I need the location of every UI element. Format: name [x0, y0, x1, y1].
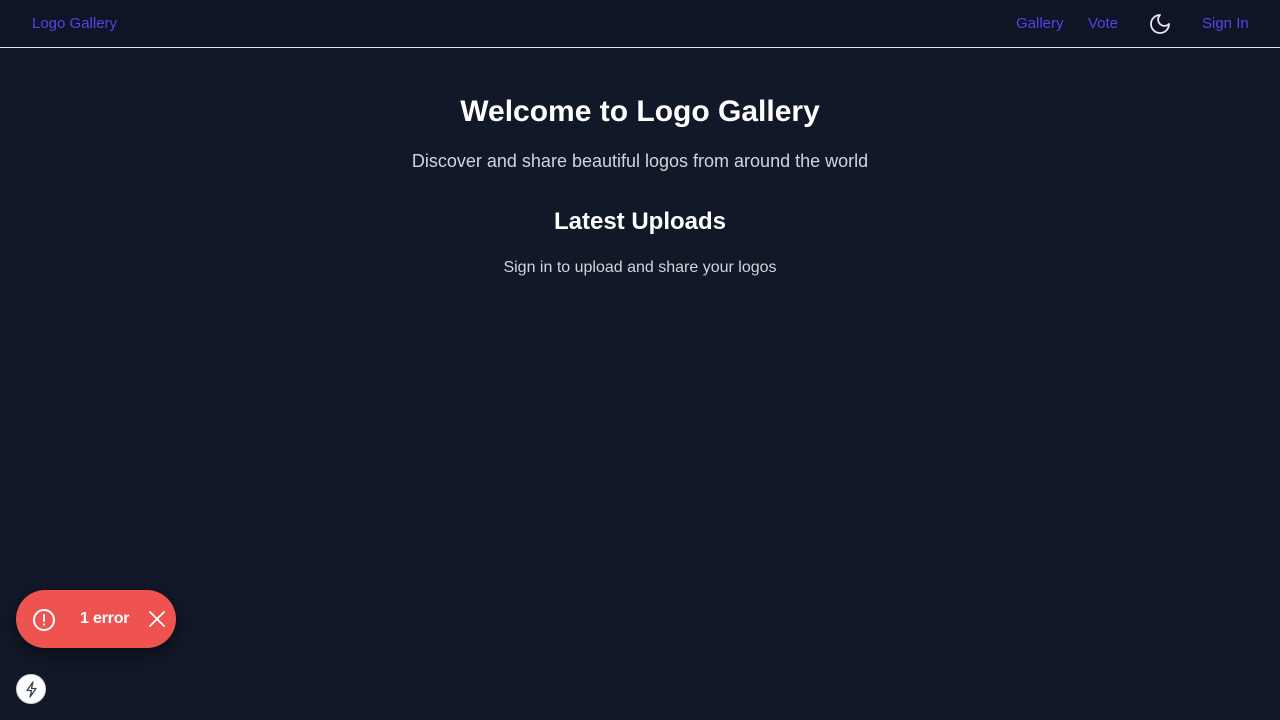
alert-circle-icon	[32, 608, 56, 632]
devtools-button[interactable]	[16, 674, 46, 704]
page-title: Welcome to Logo Gallery	[460, 95, 820, 128]
close-icon	[148, 610, 166, 628]
brand-link[interactable]: Logo Gallery	[32, 15, 117, 32]
moon-icon	[1150, 14, 1170, 34]
error-count-label: 1 error	[80, 610, 130, 627]
nav-vote-link[interactable]: Vote	[1088, 15, 1118, 32]
lightning-icon	[26, 681, 37, 698]
error-toast[interactable]: 1 error	[16, 590, 176, 648]
page-subtitle: Discover and share beautiful logos from …	[411, 151, 869, 171]
close-error-button[interactable]	[148, 610, 166, 628]
nav-gallery-link[interactable]: Gallery	[1016, 15, 1064, 32]
theme-toggle-button[interactable]	[1148, 12, 1172, 36]
sign-in-link[interactable]: Sign In	[1202, 15, 1249, 32]
sign-in-prompt: Sign in to upload and share your logos	[503, 259, 777, 276]
latest-uploads-heading: Latest Uploads	[553, 208, 727, 235]
top-navbar: Logo Gallery Gallery Vote Sign In	[0, 0, 1280, 48]
